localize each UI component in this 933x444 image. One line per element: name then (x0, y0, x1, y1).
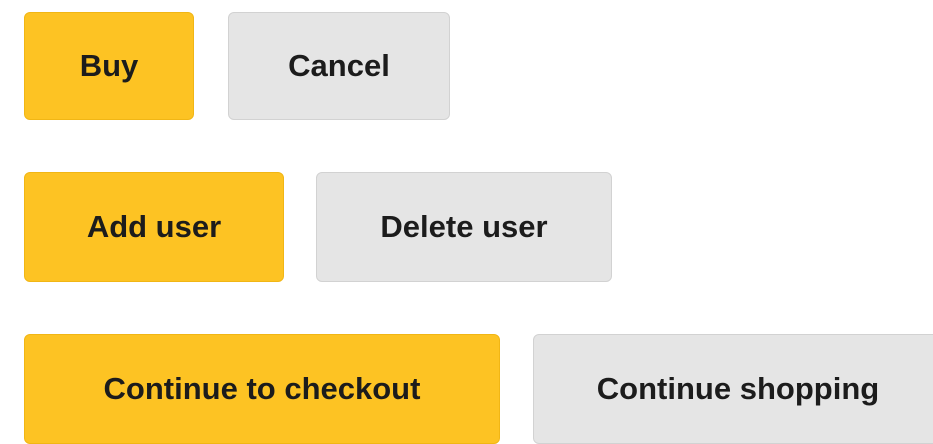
continue-shopping-button[interactable]: Continue shopping (533, 334, 933, 444)
delete-user-button[interactable]: Delete user (316, 172, 612, 282)
add-user-button[interactable]: Add user (24, 172, 284, 282)
cancel-button[interactable]: Cancel (228, 12, 450, 120)
buy-button[interactable]: Buy (24, 12, 194, 120)
continue-to-checkout-button[interactable]: Continue to checkout (24, 334, 500, 444)
